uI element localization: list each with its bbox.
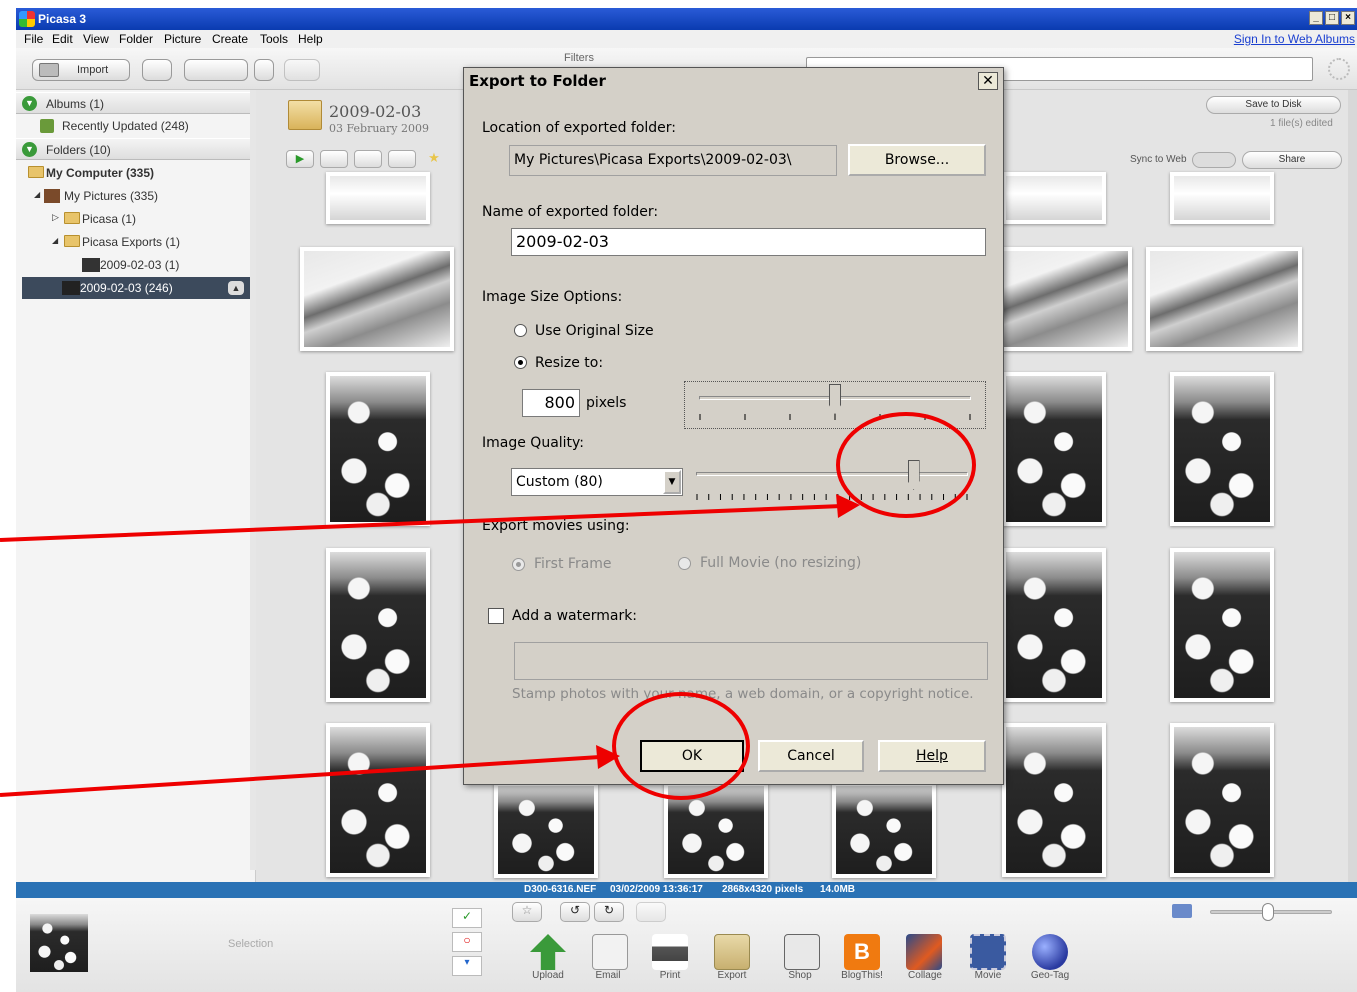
annotation-arrow-quality [0,504,843,542]
annotation-arrow-ok [0,755,601,797]
annotation-circle-quality [836,412,976,518]
annotation-circle-ok [612,692,750,800]
annotation-layer [0,494,860,797]
